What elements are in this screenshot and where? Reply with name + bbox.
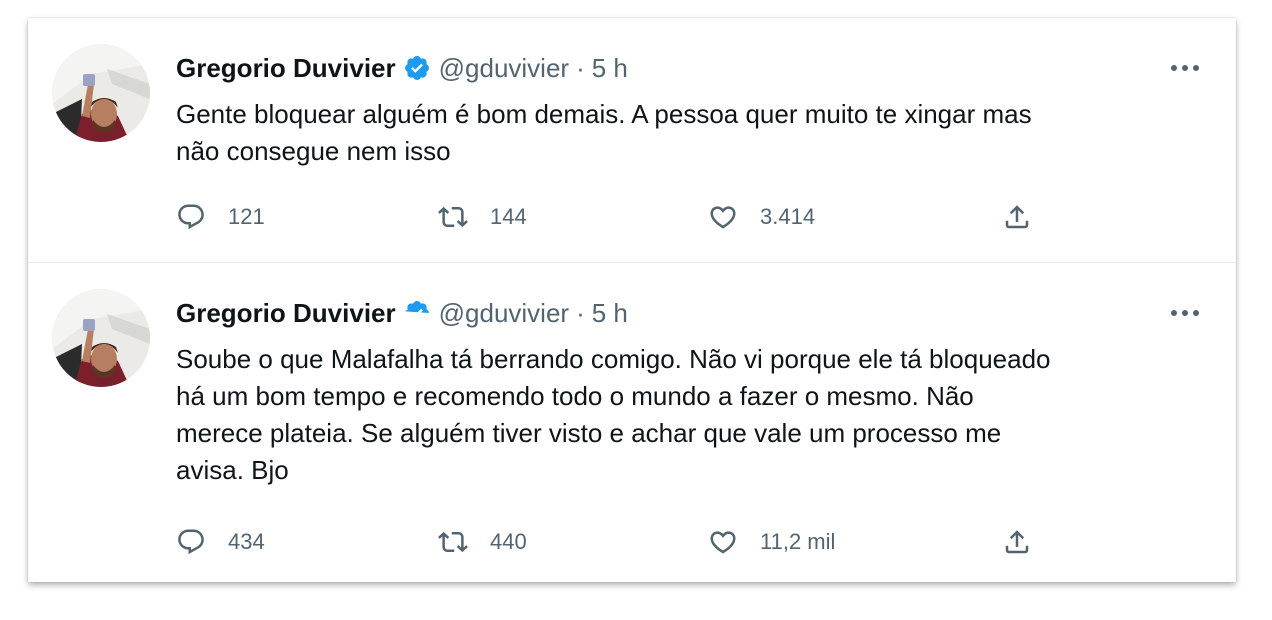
tweet-header: Gregorio Duvivier @gduvivier · 5 h: [176, 52, 628, 84]
tweet-actions: 121 144 3.414: [176, 200, 1076, 234]
share-button[interactable]: [1002, 200, 1032, 234]
author-handle[interactable]: @gduvivier: [439, 53, 569, 84]
like-count: 11,2 mil: [760, 529, 836, 554]
tweet-text: Soube o que Malafalha tá berrando comigo…: [176, 344, 1051, 485]
more-options-icon[interactable]: [1168, 54, 1202, 82]
tweet-thread-card: Gregorio Duvivier @gduvivier · 5 h Gente…: [28, 18, 1236, 582]
like-icon: [708, 202, 738, 232]
tweet-actions: 434 440 11,2 mil: [176, 525, 1076, 559]
tweet-text: Gente bloquear alguém é bom demais. A pe…: [176, 99, 1032, 166]
avatar[interactable]: [52, 289, 150, 387]
reply-icon: [176, 527, 206, 557]
share-icon: [1002, 527, 1032, 557]
tweet[interactable]: Gregorio Duvivier @gduvivier · 5 h Soube…: [28, 263, 1236, 582]
reply-count: 121: [228, 204, 265, 229]
reply-button[interactable]: 434: [176, 525, 265, 559]
retweet-button[interactable]: 144: [438, 200, 527, 234]
like-icon: [708, 527, 738, 557]
share-icon: [1002, 202, 1032, 232]
retweet-button[interactable]: 440: [438, 525, 527, 559]
like-button[interactable]: 11,2 mil: [708, 525, 835, 559]
timestamp[interactable]: 5 h: [592, 298, 628, 329]
reply-icon: [176, 202, 206, 232]
retweet-count: 144: [490, 204, 527, 229]
like-button[interactable]: 3.414: [708, 200, 815, 234]
separator: ·: [576, 297, 585, 328]
more-options-icon[interactable]: [1168, 299, 1202, 327]
timestamp[interactable]: 5 h: [592, 53, 628, 84]
retweet-count: 440: [490, 529, 527, 554]
author-name[interactable]: Gregorio Duvivier: [176, 53, 396, 84]
tweet[interactable]: Gregorio Duvivier @gduvivier · 5 h Gente…: [28, 18, 1236, 263]
share-button[interactable]: [1002, 525, 1032, 559]
verified-badge-icon: [403, 299, 431, 327]
reply-button[interactable]: 121: [176, 200, 265, 234]
like-count: 3.414: [760, 204, 816, 229]
avatar[interactable]: [52, 44, 150, 142]
reply-count: 434: [228, 529, 265, 554]
author-name[interactable]: Gregorio Duvivier: [176, 298, 396, 329]
separator: ·: [576, 52, 585, 83]
retweet-icon: [438, 202, 468, 232]
verified-badge-icon: [403, 54, 431, 82]
tweet-header: Gregorio Duvivier @gduvivier · 5 h: [176, 297, 628, 329]
retweet-icon: [438, 527, 468, 557]
author-handle[interactable]: @gduvivier: [439, 298, 569, 329]
